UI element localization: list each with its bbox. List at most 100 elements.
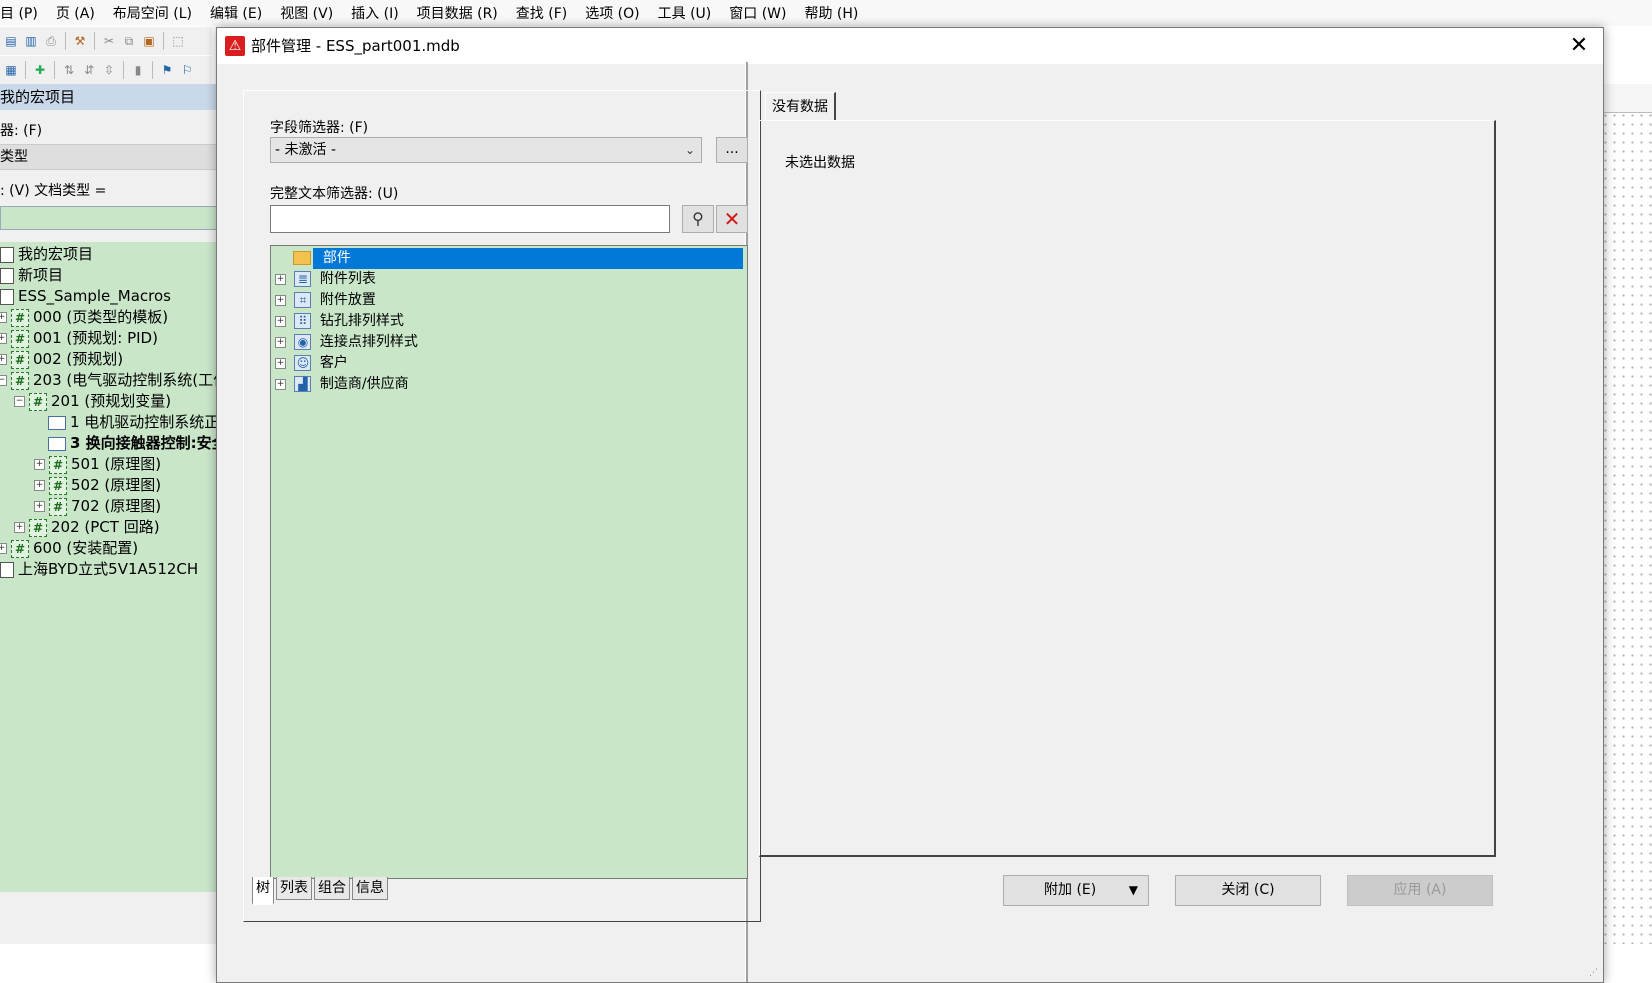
tree-item-parts[interactable]: 部件 xyxy=(275,248,743,269)
menu-window[interactable]: 窗口 (W) xyxy=(729,3,794,23)
menu-help[interactable]: 帮助 (H) xyxy=(804,3,866,23)
clear-filter-icon[interactable]: ✕ xyxy=(716,205,748,233)
menu-project-data[interactable]: 项目数据 (R) xyxy=(417,3,506,23)
toolbar-project: ▦ ✚ ⇅ ⇵ ⇳ ▮ ⚑ ⚐ xyxy=(0,56,212,84)
menu-options[interactable]: 选项 (O) xyxy=(585,3,647,23)
expand-icon[interactable]: + xyxy=(275,273,286,285)
menu-page[interactable]: 页 (A) xyxy=(56,3,103,23)
expand-icon[interactable]: + xyxy=(34,501,45,512)
expand-icon[interactable]: + xyxy=(275,315,286,327)
hash-icon: # xyxy=(49,476,67,495)
type-header[interactable]: 类型 xyxy=(0,144,218,170)
expand-icon[interactable]: + xyxy=(275,357,286,369)
tree-item[interactable]: 1 电机驱动控制系统正 xyxy=(48,412,218,433)
menu-insert[interactable]: 插入 (I) xyxy=(351,3,407,23)
menu-layout-space[interactable]: 布局空间 (L) xyxy=(113,3,200,23)
dialog-titlebar[interactable]: ⚠ 部件管理 - ESS_part001.mdb ✕ xyxy=(217,28,1603,64)
hash-icon: # xyxy=(29,518,47,537)
flag-run-icon[interactable]: ⚐ xyxy=(178,61,196,79)
expand-icon[interactable]: + xyxy=(275,378,286,390)
field-filter-more-button[interactable]: ... xyxy=(716,137,748,163)
tab-info[interactable]: 信息 xyxy=(352,877,388,900)
tree-item[interactable]: + #702 (原理图) xyxy=(34,496,161,517)
page-navigator-icon[interactable]: ▦ xyxy=(2,61,20,79)
properties-pane xyxy=(759,120,1496,857)
renumber-icon[interactable]: ⇵ xyxy=(80,61,98,79)
close-icon[interactable]: ✕ xyxy=(1565,32,1593,60)
tree-item[interactable]: + #501 (原理图) xyxy=(34,454,161,475)
tree-item-manufacturer[interactable]: + ▟ 制造商/供应商 xyxy=(275,374,409,395)
tree-item[interactable]: +#600 (安装配置) xyxy=(0,538,138,559)
expand-icon[interactable]: + xyxy=(275,336,286,348)
fulltext-filter-input[interactable] xyxy=(270,205,670,233)
expand-icon[interactable]: + xyxy=(0,354,7,365)
flag-icon[interactable]: ⚑ xyxy=(158,61,176,79)
bar-chart-icon[interactable]: ▮ xyxy=(129,61,147,79)
print-icon[interactable]: ⎙ xyxy=(42,32,60,50)
tree-item[interactable]: −#203 (电气驱动控制系统(工作 xyxy=(0,370,218,391)
toolbar-separator xyxy=(25,61,26,79)
toolbar-separator xyxy=(152,61,153,79)
tree-item[interactable]: +#002 (预规划) xyxy=(0,349,123,370)
numbering-icon[interactable]: ⇅ xyxy=(60,61,78,79)
expand-icon[interactable]: + xyxy=(14,522,25,533)
tab-no-data[interactable]: 没有数据 xyxy=(765,92,836,121)
new-icon[interactable]: ▤ xyxy=(2,32,20,50)
tree-item[interactable]: +#001 (预规划: PID) xyxy=(0,328,158,349)
close-button[interactable]: 关闭 (C) xyxy=(1175,875,1321,906)
plugin-icon[interactable]: ✚ xyxy=(31,61,49,79)
menu-find[interactable]: 查找 (F) xyxy=(516,3,575,23)
filter-label: 器: (F) xyxy=(0,123,43,139)
tree-item-accessory-list[interactable]: + ≣ 附件列表 xyxy=(275,269,376,290)
tree-item-drill-pattern[interactable]: + ⠿ 钻孔排列样式 xyxy=(275,311,404,332)
open-icon[interactable]: ▥ xyxy=(22,32,40,50)
project-tree[interactable]: 我的宏项目 新项目 ESS_Sample_Macros +#000 (页类型的模… xyxy=(0,242,218,892)
tree-item[interactable]: ESS_Sample_Macros xyxy=(0,286,171,307)
menu-view[interactable]: 视图 (V) xyxy=(280,3,341,23)
collapse-icon[interactable]: − xyxy=(14,396,25,407)
tree-item-connection-pattern[interactable]: + ◉ 连接点排列样式 xyxy=(275,332,418,353)
expand-icon[interactable]: + xyxy=(275,294,286,306)
paste-icon[interactable]: ▣ xyxy=(140,32,158,50)
menubar: 目 (P) 页 (A) 布局空间 (L) 编辑 (E) 视图 (V) 插入 (I… xyxy=(0,0,1652,26)
accessory-placement-icon: ⌗ xyxy=(294,292,312,308)
tree-item[interactable]: 新项目 xyxy=(0,265,63,286)
tab-combination[interactable]: 组合 xyxy=(314,877,350,900)
select-icon[interactable]: ⬚ xyxy=(169,32,187,50)
doc-type-field[interactable] xyxy=(0,206,218,230)
tree-item[interactable]: − #201 (预规划变量) xyxy=(14,391,171,412)
tree-item-customer[interactable]: + ☺ 客户 xyxy=(275,353,348,374)
fulltext-filter-label: 完整文本筛选器: (U) xyxy=(270,186,399,202)
connection-pattern-icon: ◉ xyxy=(294,334,312,350)
field-filter-select[interactable]: - 未激活 - ⌄ xyxy=(270,137,702,163)
copy-icon[interactable]: ⧉ xyxy=(120,32,138,50)
tab-tree[interactable]: 树 xyxy=(252,877,274,905)
cut-icon[interactable]: ✂ xyxy=(100,32,118,50)
wrench-icon[interactable]: ⚒ xyxy=(71,32,89,50)
tab-list[interactable]: 列表 xyxy=(276,877,312,900)
menu-project[interactable]: 目 (P) xyxy=(0,3,46,23)
parts-tree[interactable]: 部件 + ≣ 附件列表 + ⌗ 附件放置 + ⠿ 钻孔排列样式 + ◉ 连接点排… xyxy=(270,245,748,879)
expand-icon[interactable]: + xyxy=(34,459,45,470)
tree-item-accessory-placement[interactable]: + ⌗ 附件放置 xyxy=(275,290,376,311)
expand-icon[interactable]: + xyxy=(0,333,7,344)
tree-item[interactable]: + #502 (原理图) xyxy=(34,475,161,496)
expand-icon[interactable]: + xyxy=(34,480,45,491)
tree-item[interactable]: +#000 (页类型的模板) xyxy=(0,307,168,328)
expand-icon[interactable]: + xyxy=(0,543,7,554)
binoculars-icon[interactable]: ⚲ xyxy=(682,205,714,233)
resize-grip-icon[interactable]: ⋰ xyxy=(1589,968,1599,978)
dropdown-arrow-icon[interactable]: ▼ xyxy=(1129,876,1138,905)
sort-icon[interactable]: ⇳ xyxy=(100,61,118,79)
toolbar-standard: ▤ ▥ ⎙ ⚒ ✂ ⧉ ▣ ⬚ xyxy=(0,27,212,55)
tree-item[interactable]: 3 换向接触器控制:安全 xyxy=(48,433,218,454)
menu-tools[interactable]: 工具 (U) xyxy=(658,3,720,23)
parts-management-dialog: ⚠ 部件管理 - ESS_part001.mdb ✕ 字段筛选器: (F) - … xyxy=(216,27,1604,983)
attach-button[interactable]: 附加 (E) ▼ xyxy=(1003,875,1149,906)
menu-edit[interactable]: 编辑 (E) xyxy=(210,3,270,23)
tree-item[interactable]: 上海BYD立式5V1A512CH xyxy=(0,559,198,580)
expand-icon[interactable]: + xyxy=(0,312,7,323)
tree-item[interactable]: 我的宏项目 xyxy=(0,244,93,265)
collapse-icon[interactable]: − xyxy=(0,375,7,386)
tree-item[interactable]: + #202 (PCT 回路) xyxy=(14,517,160,538)
